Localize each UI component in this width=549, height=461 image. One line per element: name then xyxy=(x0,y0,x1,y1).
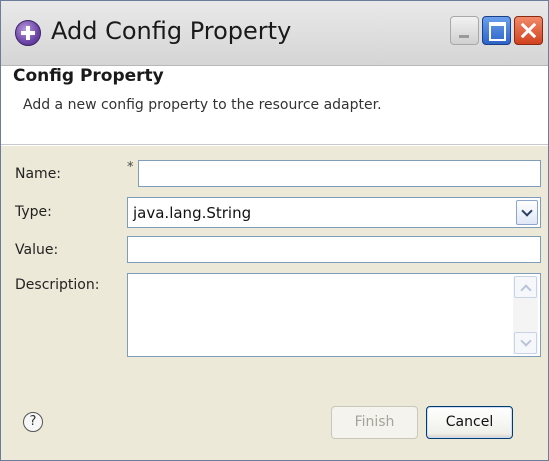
cancel-button[interactable]: Cancel xyxy=(426,406,513,439)
type-label: Type: xyxy=(15,204,52,220)
description-textarea[interactable] xyxy=(127,273,541,357)
finish-button[interactable]: Finish xyxy=(331,406,418,439)
value-label: Value: xyxy=(15,242,59,258)
value-input[interactable] xyxy=(127,236,541,263)
config-property-form: Name: * Type: java.lang.String Value: De… xyxy=(1,145,548,378)
name-label: Name: xyxy=(15,166,62,182)
maximize-button[interactable] xyxy=(482,16,511,45)
help-icon[interactable]: ? xyxy=(23,412,43,432)
header-banner: Config Property Add a new config propert… xyxy=(1,66,548,145)
scroll-up-icon[interactable] xyxy=(514,276,537,298)
scroll-down-icon[interactable] xyxy=(514,332,537,354)
description-scrollbar[interactable] xyxy=(513,276,538,354)
name-input[interactable] xyxy=(138,160,541,187)
title-bar[interactable]: Add Config Property xyxy=(1,1,548,66)
page-description: Add a new config property to the resourc… xyxy=(23,97,382,113)
eclipse-plus-icon xyxy=(15,20,41,46)
type-select[interactable]: java.lang.String xyxy=(127,197,541,228)
button-bar: ? Finish Cancel xyxy=(1,378,548,460)
type-select-value: java.lang.String xyxy=(133,204,252,222)
description-label: Description: xyxy=(15,277,100,293)
chevron-down-icon[interactable] xyxy=(516,200,538,225)
close-button[interactable] xyxy=(514,16,543,45)
dialog-window: Add Config Property Config Property Add … xyxy=(0,0,549,461)
window-title: Add Config Property xyxy=(51,17,292,45)
page-title: Config Property xyxy=(13,66,164,86)
minimize-button[interactable] xyxy=(450,16,479,45)
required-marker: * xyxy=(127,160,134,175)
